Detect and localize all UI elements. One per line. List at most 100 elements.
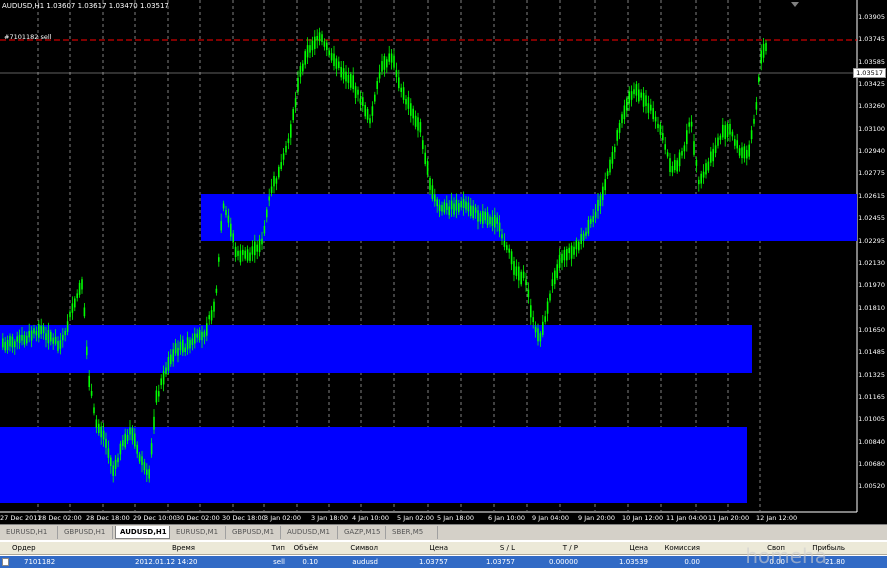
chart-shift-marker xyxy=(791,2,799,7)
price-axis-label: 1.02295 xyxy=(858,236,885,245)
column-header[interactable]: Комиссия xyxy=(660,542,700,554)
candle xyxy=(309,45,311,53)
candle xyxy=(412,108,414,119)
candle xyxy=(117,457,119,463)
price-chart[interactable]: AUDUSD,H1 1.03607 1.03617 1.03470 1.0351… xyxy=(0,0,887,524)
candle xyxy=(338,61,340,68)
column-header[interactable]: T / P xyxy=(538,542,578,554)
candle xyxy=(232,233,234,243)
tab-eurusd-m1[interactable]: EURUSD,M1 xyxy=(172,526,226,539)
candle xyxy=(40,325,42,335)
candle xyxy=(592,216,594,223)
time-axis-label: 11 Jan 20:00 xyxy=(708,514,750,522)
candle xyxy=(263,225,266,234)
candle xyxy=(345,71,347,82)
candle xyxy=(652,108,654,120)
candle xyxy=(136,444,138,454)
candle xyxy=(678,152,681,167)
candle xyxy=(354,86,357,99)
candle xyxy=(366,108,369,120)
candle xyxy=(638,89,640,102)
candle xyxy=(18,334,21,344)
candle xyxy=(446,203,448,210)
candle xyxy=(407,97,410,109)
candle xyxy=(578,241,580,251)
column-header[interactable]: Символ xyxy=(338,542,378,554)
candle xyxy=(676,160,678,172)
candle xyxy=(47,329,50,344)
candle xyxy=(686,130,688,145)
column-header[interactable]: S / L xyxy=(475,542,515,554)
column-header[interactable]: Время xyxy=(155,542,195,554)
candle xyxy=(237,250,239,256)
candle xyxy=(81,279,83,290)
candle xyxy=(489,216,491,224)
candle xyxy=(141,456,143,465)
candle xyxy=(35,330,38,336)
tab-audusd-m1[interactable]: AUDUSD,M1 xyxy=(283,526,338,539)
candle xyxy=(321,34,323,42)
tab-audusd-h1[interactable]: AUDUSD,H1 xyxy=(115,526,170,539)
price-axis-label: 1.01005 xyxy=(858,415,885,424)
candle xyxy=(138,454,141,462)
candle xyxy=(218,257,220,262)
time-axis-label: 6 Jan 10:00 xyxy=(488,514,526,522)
candle xyxy=(186,337,189,350)
candle xyxy=(700,173,702,184)
candle xyxy=(758,76,760,83)
candle xyxy=(453,203,455,215)
candle xyxy=(246,249,249,261)
candle xyxy=(599,195,602,207)
candle xyxy=(158,391,160,397)
candle xyxy=(153,416,155,430)
tab-eurusd-h1[interactable]: EURUSD,H1 xyxy=(2,526,58,539)
candle xyxy=(11,336,14,348)
column-header[interactable]: Цена xyxy=(408,542,448,554)
candle xyxy=(472,205,474,219)
candle xyxy=(177,347,179,356)
candle xyxy=(318,32,321,42)
candle xyxy=(304,51,306,65)
price-axis-label: 1.03260 xyxy=(858,102,885,111)
candle xyxy=(582,233,585,241)
candle xyxy=(198,329,201,341)
candle xyxy=(614,146,616,153)
watermark: homeha xyxy=(745,544,827,568)
tab-gbpusd-m1[interactable]: GBPUSD,M1 xyxy=(228,526,281,539)
candle xyxy=(383,56,386,70)
candle xyxy=(654,116,657,122)
candle xyxy=(333,53,335,67)
column-header[interactable]: Ордер xyxy=(12,542,52,554)
order-line-label: #7101182 sell xyxy=(4,33,52,41)
candle xyxy=(357,89,359,95)
candle xyxy=(465,201,467,210)
price-axis-label: 1.03100 xyxy=(858,124,885,133)
candle xyxy=(95,419,98,428)
candle xyxy=(705,163,707,175)
candle xyxy=(201,331,203,341)
candle xyxy=(525,279,527,286)
candle xyxy=(143,462,146,471)
column-header[interactable]: Цена xyxy=(608,542,648,554)
candle xyxy=(225,209,227,216)
candle xyxy=(330,53,333,61)
tab-sber-m5[interactable]: SBER,M5 xyxy=(388,526,438,539)
candle xyxy=(429,177,431,190)
candle xyxy=(364,105,366,117)
tab-gazp-m15[interactable]: GAZP,M15 xyxy=(340,526,386,539)
candle xyxy=(42,326,45,334)
candle xyxy=(448,206,450,216)
price-axis-label: 1.01485 xyxy=(858,348,885,357)
candle xyxy=(393,55,395,68)
chart-canvas[interactable] xyxy=(0,0,887,524)
table-cell: 1.03757 xyxy=(486,558,515,566)
tab-gbpusd-h1[interactable]: GBPUSD,H1 xyxy=(60,526,113,539)
candle xyxy=(249,252,251,261)
candle xyxy=(21,334,23,341)
candle xyxy=(695,159,698,166)
candle xyxy=(362,97,364,106)
candle xyxy=(266,209,268,218)
column-header[interactable]: Объём xyxy=(278,542,318,554)
candle xyxy=(441,205,443,212)
candle xyxy=(268,196,270,201)
